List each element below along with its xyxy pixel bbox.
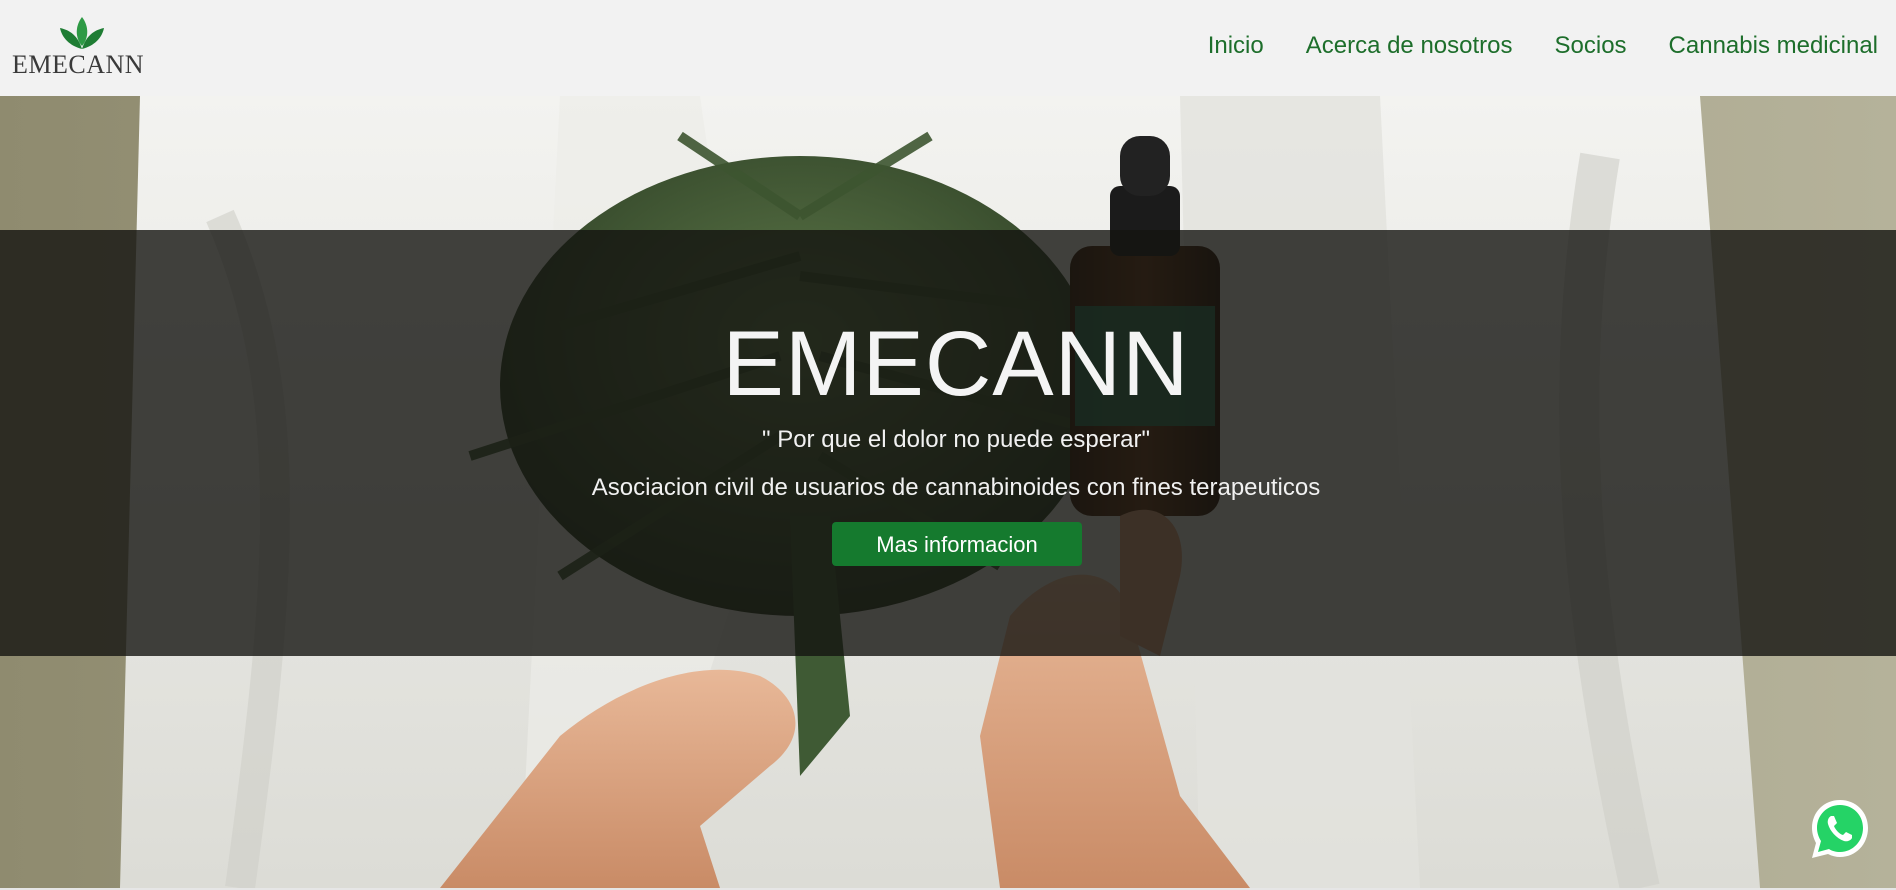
hero-section: EMECANN " Por que el dolor no puede espe… <box>0 96 1896 888</box>
main-nav: Inicio Acerca de nosotros Socios Cannabi… <box>1166 32 1878 60</box>
nav-item-socios[interactable]: Socios <box>1555 32 1627 60</box>
hero-title: EMECANN <box>722 313 1190 415</box>
whatsapp-icon[interactable] <box>1808 796 1872 862</box>
nav-item-cannabis-medicinal[interactable]: Cannabis medicinal <box>1669 32 1878 60</box>
logo-text: EMECANN <box>12 50 145 79</box>
cannabis-leaves-icon <box>60 17 104 49</box>
hero-quote: " Por que el dolor no puede esperar" <box>762 426 1150 453</box>
site-logo[interactable]: EMECANN <box>12 16 144 79</box>
nav-item-acerca[interactable]: Acerca de nosotros <box>1306 32 1513 60</box>
site-header: EMECANN Inicio Acerca de nosotros Socios… <box>0 0 1896 96</box>
more-info-button[interactable]: Mas informacion <box>832 522 1082 566</box>
nav-item-inicio[interactable]: Inicio <box>1208 32 1264 60</box>
hero-description: Asociacion civil de usuarios de cannabin… <box>591 474 1321 501</box>
